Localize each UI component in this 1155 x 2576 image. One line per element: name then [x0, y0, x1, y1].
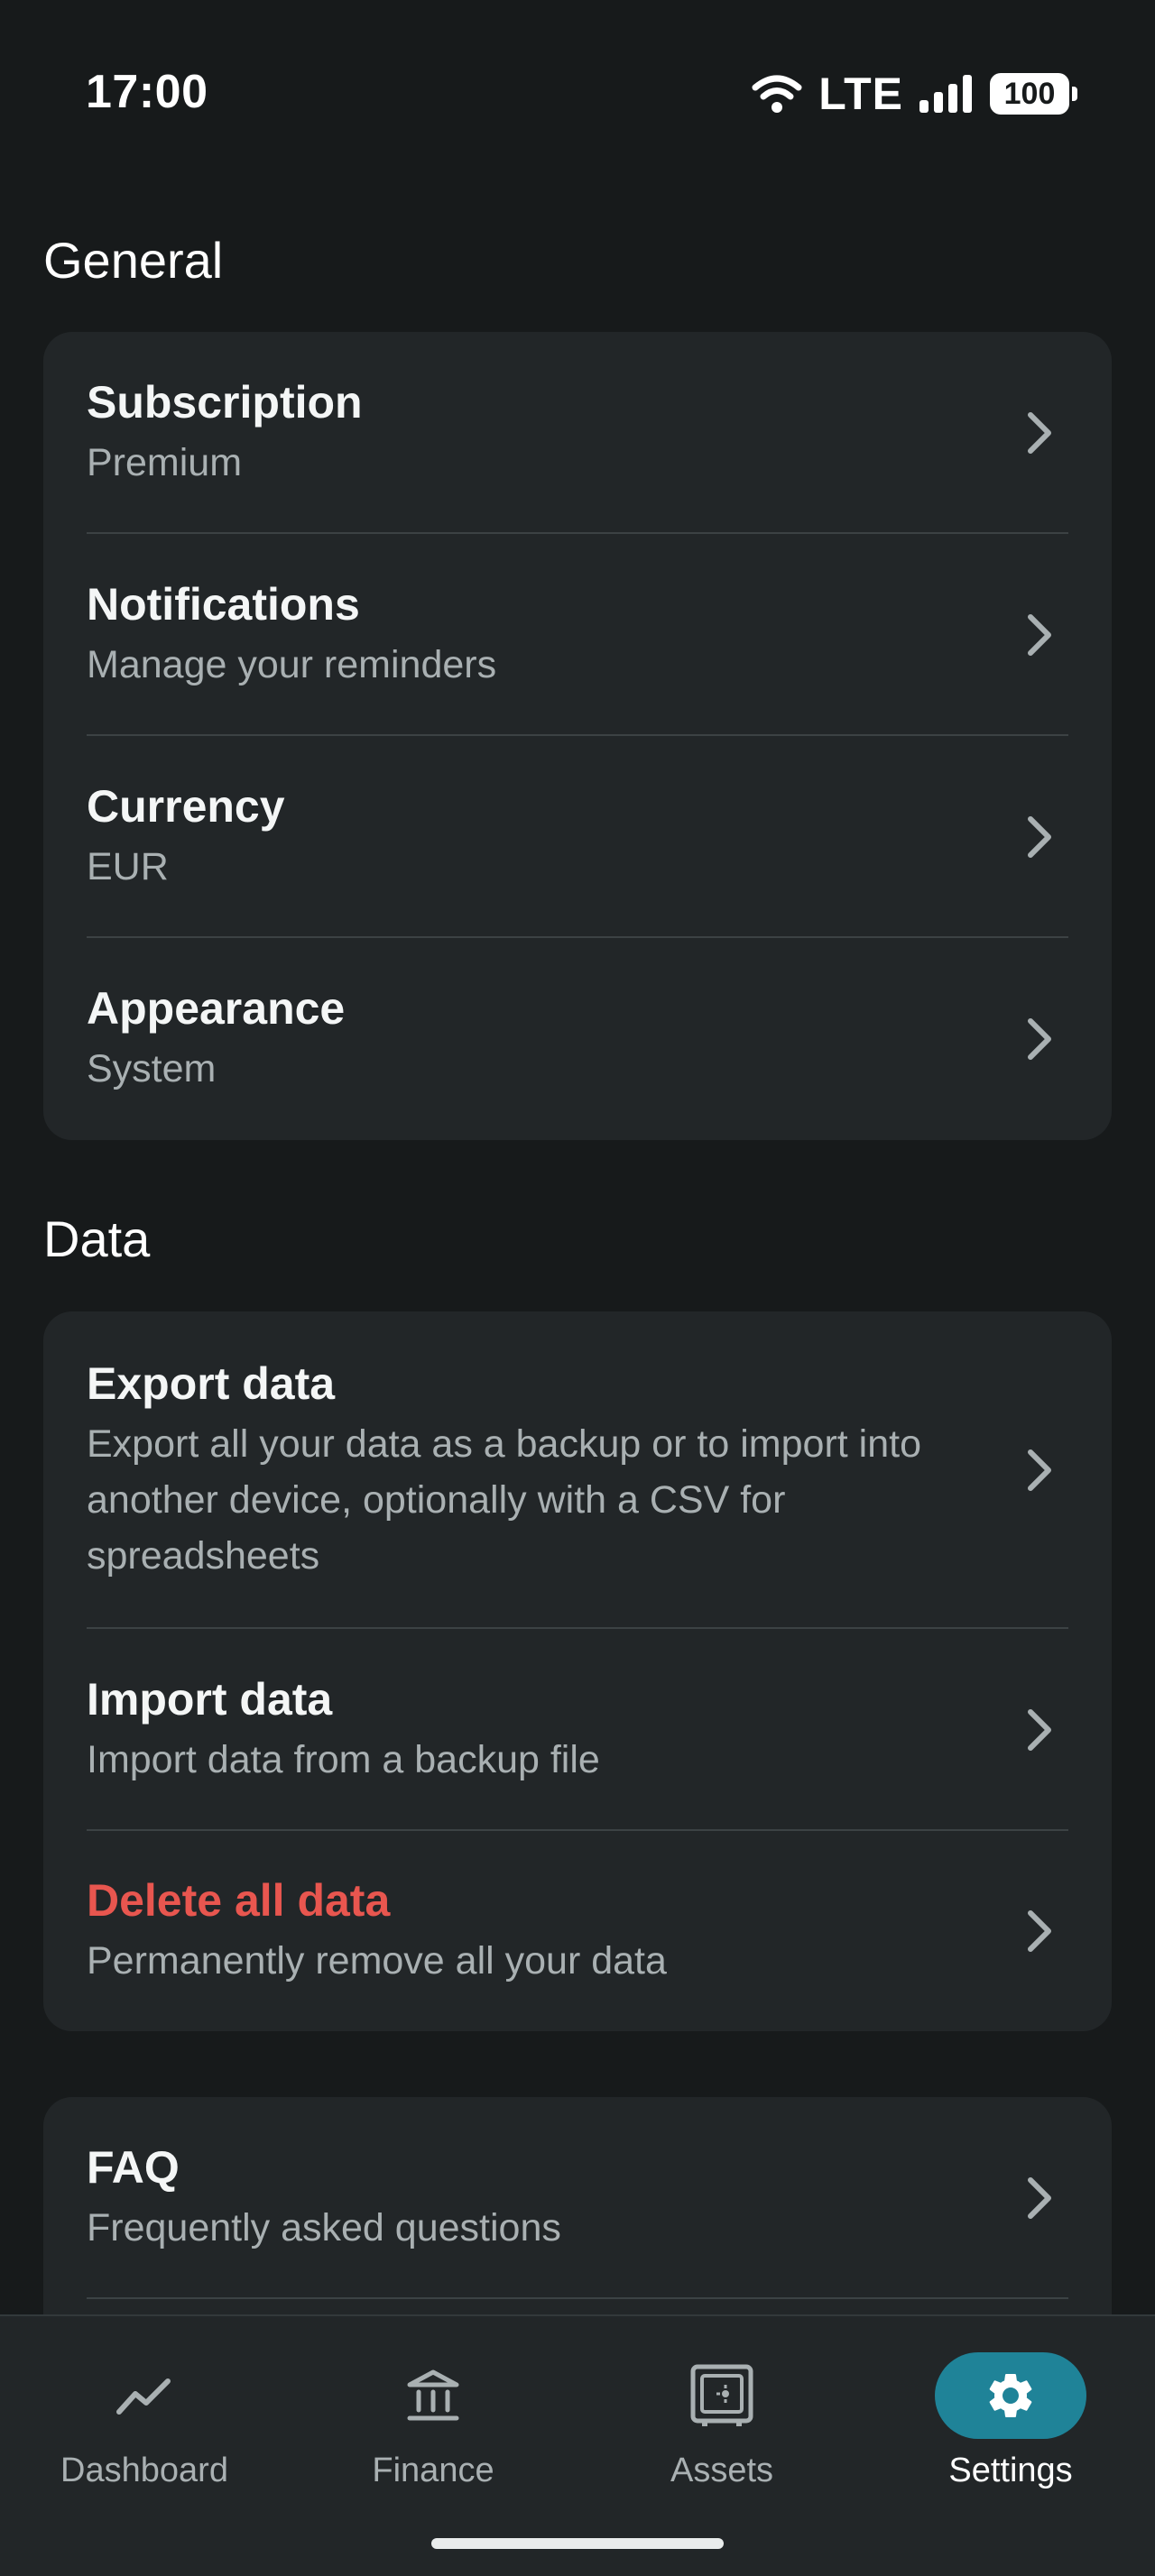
battery-level: 100: [1003, 76, 1056, 111]
settings-item-faq[interactable]: FAQ Frequently asked questions: [43, 2097, 1112, 2299]
nav-label: Assets: [670, 2452, 774, 2489]
settings-item-import-data[interactable]: Import data Import data from a backup fi…: [43, 1629, 1112, 1831]
trending-line-icon: [116, 2378, 171, 2415]
settings-item-appearance[interactable]: Appearance System: [43, 938, 1112, 1140]
nav-icon-container: [357, 2352, 509, 2439]
item-subtitle: Frequently asked questions: [87, 2206, 561, 2249]
status-bar: 17:00 LTE 100: [0, 0, 1155, 180]
chevron-right-icon: [1028, 2177, 1051, 2219]
chevron-right-icon: [1028, 1910, 1051, 1952]
settings-item-delete-all-data[interactable]: Delete all data Permanently remove all y…: [43, 1831, 1112, 2031]
settings-item-currency[interactable]: Currency EUR: [43, 736, 1112, 938]
general-card: Subscription Premium Notifications Manag…: [43, 332, 1112, 1140]
item-title: Notifications: [87, 579, 360, 630]
settings-item-notifications[interactable]: Notifications Manage your reminders: [43, 534, 1112, 736]
item-subtitle: System: [87, 1047, 217, 1090]
chevron-right-icon: [1028, 412, 1051, 454]
status-time: 17:00: [86, 66, 208, 118]
nav-label: Settings: [948, 2452, 1073, 2489]
divider: [87, 2297, 1068, 2299]
nav-item-finance[interactable]: Finance: [289, 2352, 578, 2497]
data-card: Export data Export all your data as a ba…: [43, 1311, 1112, 2031]
wifi-icon: [752, 75, 802, 113]
chevron-right-icon: [1028, 1709, 1051, 1751]
settings-item-export-data[interactable]: Export data Export all your data as a ba…: [43, 1311, 1112, 1629]
item-title: Delete all data: [87, 1875, 391, 1926]
chevron-right-icon: [1028, 1018, 1051, 1060]
item-title: Appearance: [87, 983, 346, 1034]
nav-item-settings[interactable]: Settings: [866, 2352, 1155, 2497]
bank-icon: [407, 2369, 459, 2421]
section-title-data: Data: [43, 1210, 151, 1267]
nav-icon-container: [69, 2352, 220, 2439]
signal-icon: [919, 75, 972, 113]
bottom-navigation: Dashboard Finance Assets Settings: [0, 2314, 1155, 2576]
home-indicator[interactable]: [431, 2538, 724, 2549]
item-title: Currency: [87, 781, 285, 832]
nav-item-assets[interactable]: Assets: [578, 2352, 866, 2497]
safe-icon: [690, 2364, 753, 2426]
chevron-right-icon: [1028, 816, 1051, 858]
section-title-general: General: [43, 232, 224, 289]
item-subtitle: Manage your reminders: [87, 643, 497, 686]
chevron-right-icon: [1028, 1449, 1051, 1491]
battery-icon: 100: [990, 73, 1077, 115]
nav-item-dashboard[interactable]: Dashboard: [0, 2352, 289, 2497]
nav-label: Finance: [372, 2452, 494, 2489]
chevron-right-icon: [1028, 614, 1051, 656]
item-subtitle: Export all your data as a backup or to i…: [87, 1422, 921, 1578]
item-title: Import data: [87, 1674, 333, 1725]
status-indicators: LTE 100: [752, 69, 1077, 119]
item-title: FAQ: [87, 2142, 180, 2193]
item-subtitle: Permanently remove all your data: [87, 1939, 667, 1983]
item-title: Subscription: [87, 377, 363, 428]
item-subtitle: EUR: [87, 845, 169, 888]
gear-icon: [989, 2374, 1032, 2417]
item-subtitle: Premium: [87, 441, 243, 484]
nav-icon-container-active: [935, 2352, 1086, 2439]
item-subtitle: Import data from a backup file: [87, 1738, 600, 1781]
item-title: Export data: [87, 1358, 336, 1409]
settings-item-subscription[interactable]: Subscription Premium: [43, 332, 1112, 534]
settings-screen: 17:00 LTE 100 General Subscription Premi…: [0, 0, 1155, 2576]
nav-label: Dashboard: [60, 2452, 228, 2489]
nav-icon-container: [646, 2352, 798, 2439]
network-type: LTE: [818, 69, 903, 119]
